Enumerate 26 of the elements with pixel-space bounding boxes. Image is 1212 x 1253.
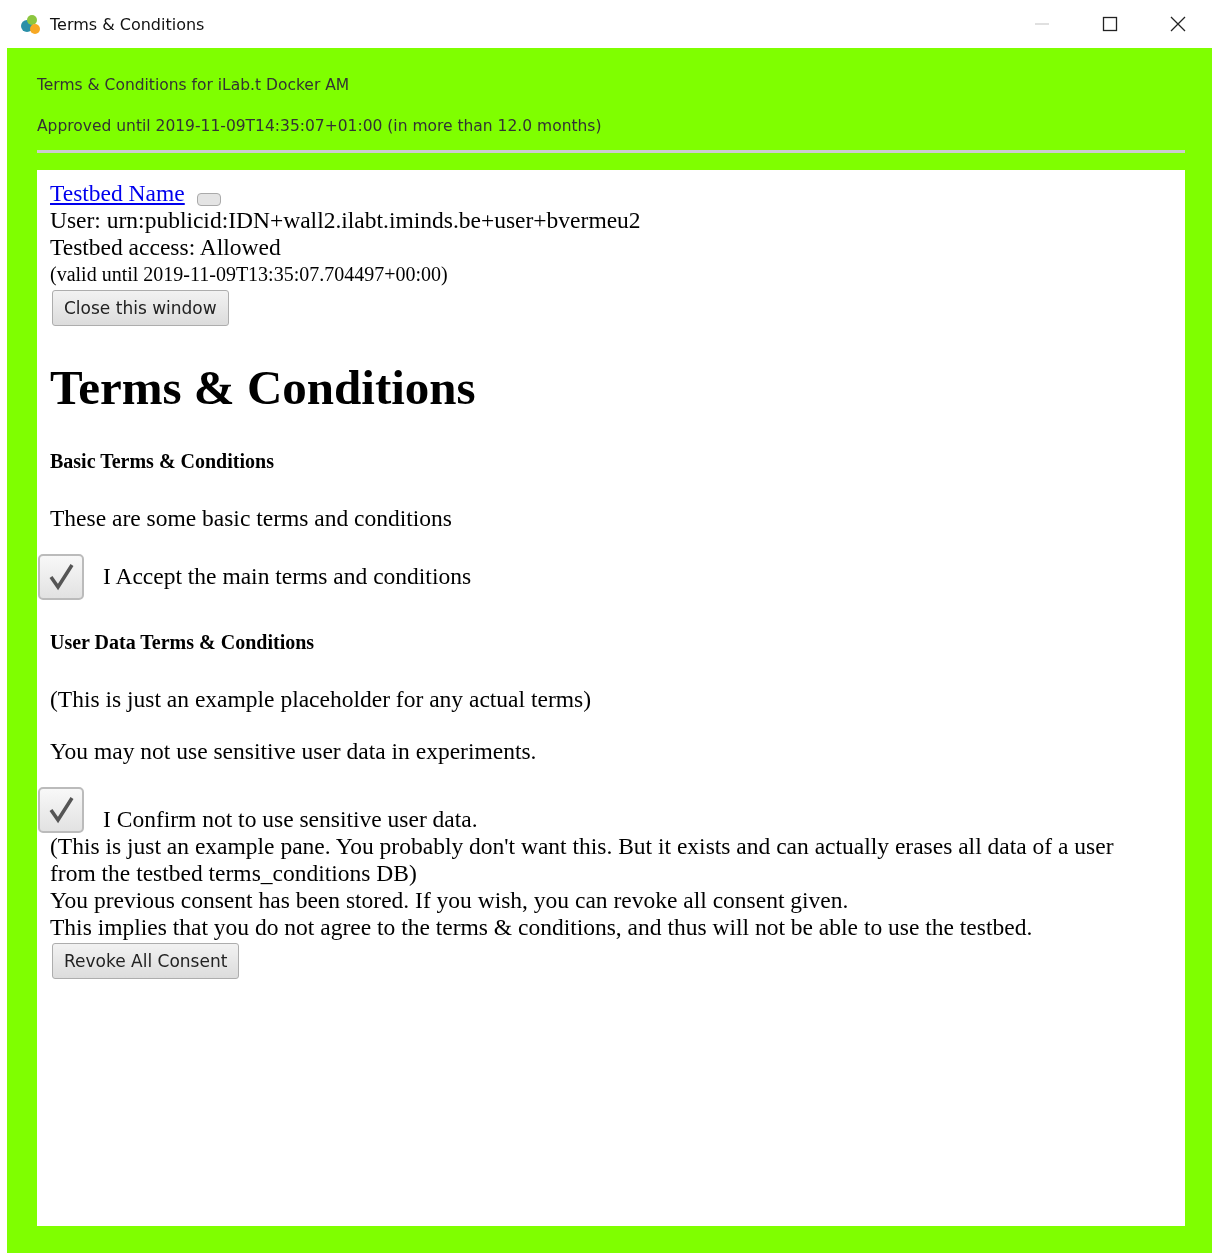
header-title: Terms & Conditions for iLab.t Docker AM: [37, 76, 351, 96]
window-title: Terms & Conditions: [50, 14, 205, 34]
testbed-access: Testbed access: Allowed: [50, 234, 282, 261]
notice-text: (This is just an example pane. You probably don't want this. But it exists and can actually erases all data of a user from the testbed terms_conditions DB): [50, 832, 1115, 887]
section-title: Basic Terms & Conditions: [50, 449, 275, 473]
close-window-button[interactable]: Close this window: [52, 290, 229, 326]
close-icon: [1170, 16, 1186, 32]
notice-text: You previous consent has been stored. If you wish, you can revoke all consent given.: [50, 886, 850, 914]
valid-until: (valid until 2019-11-09T13:35:07.704497+00:00): [50, 262, 449, 288]
checkbox-label: I Confirm not to use sensitive user data.: [103, 805, 478, 833]
paragraph: These are some basic terms and conditions: [50, 504, 453, 532]
app-logo-icon: [18, 12, 42, 36]
checkbox-label: I Accept the main terms and conditions: [103, 563, 472, 591]
approval-status: Approved until 2019-11-09T14:35:07+01:00 (in more than 12.0 months): [37, 117, 603, 137]
revoke-consent-button[interactable]: Revoke All Consent: [52, 942, 240, 979]
small-button[interactable]: [196, 193, 221, 206]
page-heading: Terms & Conditions: [50, 361, 477, 415]
paragraph: (This is just an example placeholder for any actual terms): [50, 685, 592, 713]
testbed-link[interactable]: Testbed Name: [50, 180, 185, 206]
checkbox[interactable]: [38, 786, 84, 833]
notice-text: This implies that you do not agree to the terms & conditions, and thus will not be able to use the testbed.: [50, 913, 1034, 941]
user-urn: User: urn:publicid:IDN+wall2.ilabt.iminds.be+user+bvermeu2: [50, 207, 642, 234]
checkbox[interactable]: [38, 553, 84, 600]
paragraph: You may not use sensitive user data in experiments.: [50, 737, 538, 765]
section-title: User Data Terms & Conditions: [50, 630, 316, 654]
maximize-icon: [1102, 16, 1118, 32]
